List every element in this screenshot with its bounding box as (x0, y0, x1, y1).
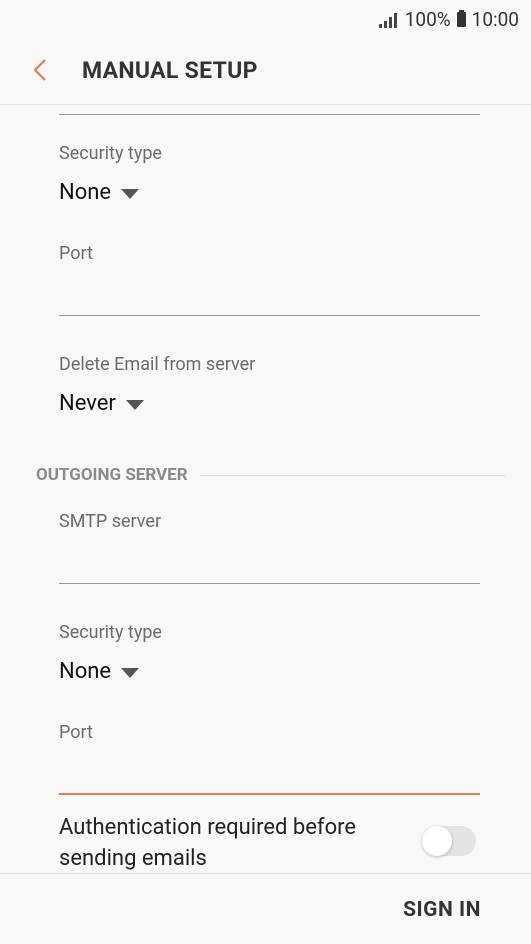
incoming-security-type-dropdown[interactable]: None (59, 180, 140, 205)
incoming-security-type-label: Security type (59, 143, 162, 164)
dropdown-arrow-icon (121, 668, 140, 678)
smtp-server-underline (59, 583, 480, 584)
outgoing-server-title: OUTGOING SERVER (36, 465, 188, 485)
authentication-toggle[interactable] (422, 826, 476, 856)
status-bar: 100% 10:00 (0, 0, 531, 40)
incoming-security-type-value: None (59, 180, 112, 205)
signal-icon (378, 12, 399, 28)
outgoing-security-type-label: Security type (59, 622, 162, 643)
outgoing-server-header: OUTGOING SERVER (36, 465, 505, 485)
incoming-port-field[interactable] (59, 275, 480, 311)
footer-bar: SIGN IN (0, 873, 531, 944)
battery-percent: 100% (404, 8, 451, 31)
clock: 10:00 (471, 8, 519, 31)
settings-form[interactable]: Security type None Port Delete Email fro… (0, 105, 531, 873)
outgoing-port-field[interactable] (59, 754, 480, 790)
outgoing-port-label: Port (59, 722, 93, 743)
toggle-knob (422, 826, 452, 856)
outgoing-security-type-dropdown[interactable]: None (59, 659, 140, 684)
section-divider (199, 474, 505, 476)
smtp-server-label: SMTP server (59, 511, 162, 532)
authentication-required-label: Authentication required before sending e… (59, 815, 357, 871)
sign-in-button[interactable]: SIGN IN (403, 898, 481, 922)
app-header: MANUAL SETUP (0, 40, 531, 105)
smtp-server-field[interactable] (59, 543, 480, 579)
back-arrow-icon[interactable] (26, 55, 56, 85)
delete-email-label: Delete Email from server (59, 354, 256, 375)
dropdown-arrow-icon (121, 189, 140, 199)
page-title: MANUAL SETUP (82, 57, 258, 84)
dropdown-arrow-icon (125, 400, 144, 410)
battery-icon (456, 10, 466, 27)
delete-email-dropdown[interactable]: Never (59, 391, 144, 416)
outgoing-port-underline-focused (59, 793, 480, 795)
outgoing-security-type-value: None (59, 659, 112, 684)
delete-email-value: Never (59, 391, 116, 416)
incoming-port-label: Port (59, 243, 93, 264)
incoming-port-underline (59, 315, 480, 316)
field-underline (59, 114, 480, 115)
